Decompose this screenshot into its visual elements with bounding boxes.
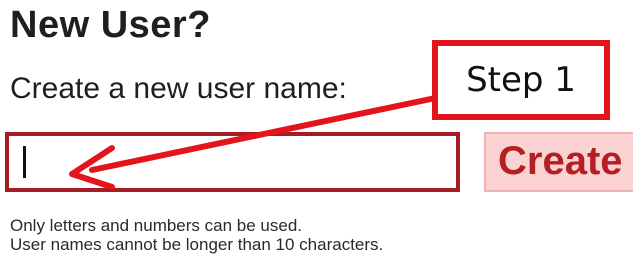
create-button[interactable]: Create: [484, 132, 633, 192]
help-text-line-1: Only letters and numbers can be used.: [10, 216, 302, 235]
text-cursor: [23, 146, 26, 178]
username-prompt-label: Create a new user name:: [10, 72, 347, 105]
help-text: Only letters and numbers can be used. Us…: [10, 216, 383, 254]
help-text-line-2: User names cannot be longer than 10 char…: [10, 235, 384, 254]
step-callout: Step 1: [432, 40, 610, 120]
username-input[interactable]: [5, 132, 460, 192]
page-title: New User?: [10, 4, 211, 46]
